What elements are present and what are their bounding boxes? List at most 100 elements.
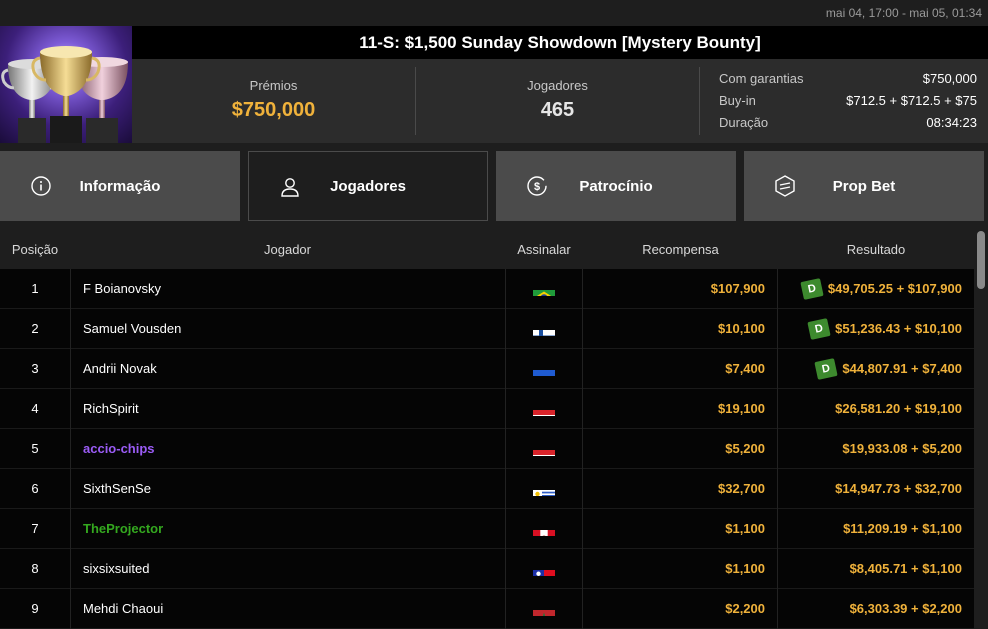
row-result: $8,405.71 + $1,100 bbox=[849, 561, 962, 576]
players-value: 465 bbox=[540, 99, 575, 121]
row-flag-cell bbox=[505, 348, 583, 389]
detail-value: $750,000 bbox=[922, 70, 977, 86]
row-result: $11,209.19 + $1,100 bbox=[843, 521, 962, 536]
row-player-name[interactable]: Mehdi Chaoui bbox=[70, 588, 505, 629]
row-position: 5 bbox=[31, 440, 39, 456]
row-position: 1 bbox=[31, 280, 39, 296]
row-player-name[interactable]: sixsixsuited bbox=[70, 548, 505, 589]
players-table: Posição Jogador Assinalar Recompensa Res… bbox=[0, 229, 974, 629]
row-player-name[interactable]: Samuel Vousden bbox=[70, 308, 505, 349]
austria-flag-icon bbox=[533, 441, 555, 456]
uruguay-flag-icon bbox=[533, 481, 555, 496]
info-icon bbox=[31, 176, 51, 196]
row-flag-cell bbox=[505, 308, 583, 349]
date-range: mai 04, 17:00 - mai 05, 01:34 bbox=[0, 0, 988, 26]
tab-players[interactable]: Jogadores bbox=[248, 151, 488, 221]
row-result-cell: $11,209.19 + $1,100 bbox=[778, 521, 974, 536]
row-flag-cell bbox=[505, 588, 583, 629]
austria-flag-icon bbox=[533, 401, 555, 416]
row-position: 4 bbox=[31, 400, 39, 416]
prop-bet-icon bbox=[775, 175, 795, 197]
header-position[interactable]: Posição bbox=[0, 242, 70, 257]
tab-prop-bet[interactable]: Prop Bet bbox=[744, 151, 984, 221]
table-row[interactable]: 6 SixthSenSe $32,700 $14,947.73 + $32,700 bbox=[0, 468, 974, 509]
deal-badge-icon: D bbox=[807, 317, 831, 340]
row-result: $26,581.20 + $19,100 bbox=[835, 401, 962, 416]
row-reward: $32,700 bbox=[583, 468, 778, 509]
row-player-name[interactable]: F Boianovsky bbox=[70, 268, 505, 309]
tab-bar: Informação Jogadores $ Patrocínio Prop B… bbox=[0, 151, 988, 221]
row-reward: $1,100 bbox=[583, 548, 778, 589]
row-result-cell: D $51,236.43 + $10,100 bbox=[778, 317, 974, 340]
row-result: $14,947.73 + $32,700 bbox=[835, 481, 962, 496]
row-position: 7 bbox=[31, 520, 39, 536]
row-result: $49,705.25 + $107,900 bbox=[827, 281, 962, 296]
detail-value: 08:34:23 bbox=[926, 114, 977, 130]
row-reward: $107,900 bbox=[583, 268, 778, 309]
row-flag-cell bbox=[505, 508, 583, 549]
brazil-flag-icon bbox=[533, 281, 555, 296]
row-player-name[interactable]: Andrii Novak bbox=[70, 348, 505, 389]
row-player-name[interactable]: accio-chips bbox=[70, 428, 505, 469]
row-position: 8 bbox=[31, 560, 39, 576]
row-position: 9 bbox=[31, 600, 39, 616]
row-reward: $10,100 bbox=[583, 308, 778, 349]
table-row[interactable]: 4 RichSpirit $19,100 $26,581.20 + $19,100 bbox=[0, 388, 974, 429]
table-row[interactable]: 8 sixsixsuited $1,100 $8,405.71 + $1,100 bbox=[0, 548, 974, 589]
row-position: 2 bbox=[31, 320, 39, 336]
row-reward: $2,200 bbox=[583, 588, 778, 629]
row-reward: $19,100 bbox=[583, 388, 778, 429]
table-scrollbar[interactable] bbox=[974, 229, 988, 629]
deal-badge-icon: D bbox=[814, 357, 839, 380]
players-stat: Jogadores 465 bbox=[416, 59, 699, 143]
row-player-name[interactable]: RichSpirit bbox=[70, 388, 505, 429]
table-header: Posição Jogador Assinalar Recompensa Res… bbox=[0, 229, 974, 269]
table-row[interactable]: 7 TheProjector $1,100 $11,209.19 + $1,100 bbox=[0, 508, 974, 549]
row-flag-cell bbox=[505, 268, 583, 309]
detail-label: Duração bbox=[719, 114, 769, 130]
prizes-stat: Prémios $750,000 bbox=[132, 59, 415, 143]
header-flag[interactable]: Assinalar bbox=[505, 242, 583, 257]
header-reward[interactable]: Recompensa bbox=[583, 242, 778, 257]
ukraine-flag-icon bbox=[533, 361, 555, 376]
row-flag-cell bbox=[505, 388, 583, 429]
tab-label: Jogadores bbox=[330, 177, 406, 195]
user-icon bbox=[281, 178, 299, 197]
row-flag-cell bbox=[505, 548, 583, 589]
row-result-cell: $6,303.39 + $2,200 bbox=[778, 601, 974, 616]
tab-label: Informação bbox=[79, 177, 161, 195]
detail-buyin: Buy-in $712.5 + $712.5 + $75 bbox=[719, 89, 977, 111]
tournament-info-bar: Prémios $750,000 Jogadores 465 Com garan… bbox=[132, 59, 988, 143]
detail-guaranteed: Com garantias $750,000 bbox=[719, 67, 977, 89]
table-row[interactable]: 5 accio-chips $5,200 $19,933.08 + $5,200 bbox=[0, 428, 974, 469]
scrollbar-thumb[interactable] bbox=[977, 231, 985, 289]
table-row[interactable]: 2 Samuel Vousden $10,100 D $51,236.43 + $10,… bbox=[0, 308, 974, 349]
peru-flag-icon bbox=[533, 521, 555, 536]
row-player-name[interactable]: TheProjector bbox=[70, 508, 505, 549]
detail-value: $712.5 + $712.5 + $75 bbox=[846, 92, 977, 108]
svg-text:$: $ bbox=[534, 181, 540, 193]
table-row[interactable]: 9 Mehdi Chaoui $2,200 $6,303.39 + $2,200 bbox=[0, 588, 974, 629]
header-player[interactable]: Jogador bbox=[70, 242, 505, 257]
prizes-value: $750,000 bbox=[231, 99, 316, 121]
detail-label: Buy-in bbox=[719, 92, 756, 108]
row-player-name[interactable]: SixthSenSe bbox=[70, 468, 505, 509]
header-result[interactable]: Resultado bbox=[778, 242, 974, 257]
detail-label: Com garantias bbox=[719, 70, 804, 86]
table-row[interactable]: 3 Andrii Novak $7,400 D $44,807.91 + $7,400 bbox=[0, 348, 974, 389]
table-body: 1 F Boianovsky $107,900 D $49,705.25 + $107,… bbox=[0, 268, 974, 629]
tab-sponsorship[interactable]: $ Patrocínio bbox=[496, 151, 736, 221]
tournament-header: 11-S: $1,500 Sunday Showdown [Mystery Bo… bbox=[0, 26, 988, 143]
detail-duration: Duração 08:34:23 bbox=[719, 111, 977, 133]
row-reward: $5,200 bbox=[583, 428, 778, 469]
row-reward: $7,400 bbox=[583, 348, 778, 389]
row-result-cell: $14,947.73 + $32,700 bbox=[778, 481, 974, 496]
row-result: $6,303.39 + $2,200 bbox=[849, 601, 962, 616]
tab-label: Prop Bet bbox=[832, 177, 896, 195]
row-result: $44,807.91 + $7,400 bbox=[842, 361, 962, 376]
trophies-icon bbox=[1, 46, 128, 143]
row-result-cell: $19,933.08 + $5,200 bbox=[778, 441, 974, 456]
row-result-cell: $8,405.71 + $1,100 bbox=[778, 561, 974, 576]
tab-information[interactable]: Informação bbox=[0, 151, 240, 221]
table-row[interactable]: 1F Boianovsky $107,900 D $49,705.25 + $107,… bbox=[0, 268, 974, 309]
